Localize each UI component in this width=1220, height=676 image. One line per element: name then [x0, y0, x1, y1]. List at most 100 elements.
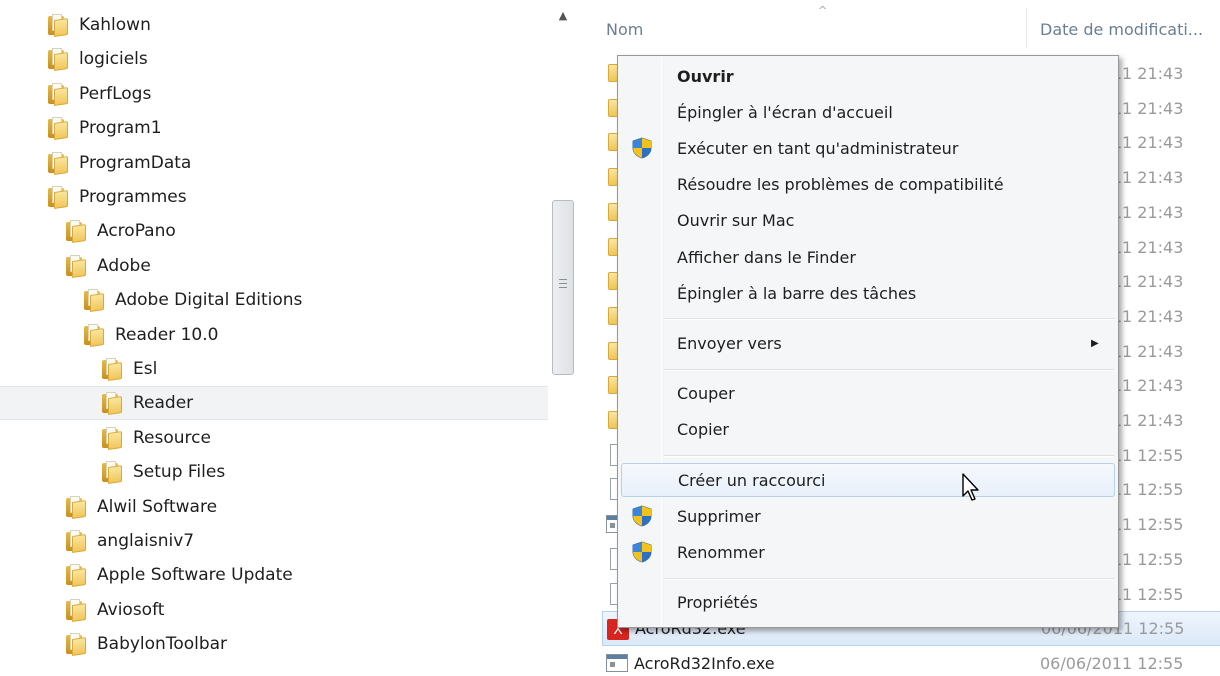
menu-item-label: Couper — [677, 384, 735, 404]
tree-item-setup-files[interactable]: Setup Files — [0, 455, 548, 489]
tree-item-label: Apple Software Update — [97, 565, 293, 586]
folder-icon — [84, 289, 104, 313]
uac-shield-icon — [631, 505, 653, 527]
menu-item-ouvrir[interactable]: Ouvrir — [621, 59, 1115, 93]
folder-icon — [66, 220, 86, 244]
menu-item-label: Envoyer vers — [677, 333, 782, 353]
scrollbar-grip-icon — [559, 279, 567, 288]
tree-item-logiciels[interactable]: logiciels — [0, 42, 548, 76]
menu-item-epingler-a-l-ecran-d-accueil[interactable]: Épingler à l'écran d'accueil — [621, 95, 1115, 129]
file-row[interactable]: AcroRd32Info.exe 06/06/2011 12:55 — [602, 646, 1220, 676]
tree-item-anglaisniv7[interactable]: anglaisniv7 — [0, 524, 548, 558]
menu-item-label: Renommer — [677, 542, 765, 562]
folder-icon — [48, 117, 68, 141]
folder-icon — [102, 392, 122, 416]
tree-item-label: ProgramData — [79, 152, 192, 173]
tree-item-kahlown[interactable]: Kahlown — [0, 8, 548, 42]
column-header: ^ Nom Date de modificati... — [588, 0, 1220, 62]
tree-scrollbar[interactable]: ▲ — [548, 0, 578, 676]
tree-item-adobe[interactable]: Adobe — [0, 249, 548, 283]
folder-icon — [84, 323, 104, 347]
scroll-up-arrow-icon[interactable]: ▲ — [555, 8, 571, 22]
menu-item-proprietes[interactable]: Propriétés — [621, 586, 1115, 620]
folder-icon — [66, 598, 86, 622]
menu-item-label: Ouvrir — [677, 66, 734, 86]
folder-icon — [66, 564, 86, 588]
uac-shield-icon — [631, 541, 653, 563]
menu-item-couper[interactable]: Couper — [621, 377, 1115, 411]
tree-item-label: Program1 — [79, 118, 162, 139]
folder-icon — [48, 14, 68, 37]
menu-item-label: Créer un raccourci — [678, 470, 826, 490]
menu-item-creer-un-raccourci[interactable]: Créer un raccourci — [621, 463, 1115, 497]
menu-item-resoudre-les-problemes-de-compatibilite[interactable]: Résoudre les problèmes de compatibilité — [621, 168, 1115, 202]
tree-item-label: Esl — [133, 359, 158, 379]
folder-icon — [66, 495, 86, 519]
tree-item-resource[interactable]: Resource — [0, 421, 548, 455]
tree-item-label: BabylonToolbar — [97, 634, 228, 655]
context-menu: Ouvrir Épingler à l'écran d'accueil Exécut… — [617, 55, 1119, 628]
tree-item-label: Reader 10.0 — [115, 324, 219, 345]
tree-item-reader[interactable]: Reader — [0, 386, 548, 421]
menu-item-label: Exécuter en tant qu'administrateur — [677, 138, 959, 158]
menu-item-ouvrir-sur-mac[interactable]: Ouvrir sur Mac — [621, 204, 1115, 238]
tree-item-label: logiciels — [79, 49, 148, 70]
column-header-date[interactable]: Date de modificati... — [1040, 20, 1203, 39]
menu-item-epingler-a-la-barre-des-taches[interactable]: Épingler à la barre des tâches — [621, 276, 1115, 310]
menu-item-copier[interactable]: Copier — [621, 413, 1115, 447]
menu-item-label: Copier — [677, 420, 729, 440]
column-divider[interactable] — [1026, 8, 1027, 48]
folder-icon — [48, 48, 68, 72]
tree-item-aviosoft[interactable]: Aviosoft — [0, 593, 548, 627]
tree-item-alwil-software[interactable]: Alwil Software — [0, 490, 548, 524]
tree-item-programdata[interactable]: ProgramData — [0, 146, 548, 180]
file-date: 06/06/2011 12:55 — [1040, 653, 1184, 673]
menu-item-label: Épingler à la barre des tâches — [677, 283, 917, 303]
file-name: AcroRd32Info.exe — [634, 653, 775, 673]
menu-item-afficher-dans-le-finder[interactable]: Afficher dans le Finder — [621, 240, 1115, 274]
tree-item-label: Aviosoft — [97, 599, 165, 620]
tree-item-label: Resource — [133, 427, 211, 448]
tree-item-label: Setup Files — [133, 462, 226, 483]
tree-item-label: PerfLogs — [79, 83, 152, 104]
tree-item-reader-10-0[interactable]: Reader 10.0 — [0, 318, 548, 352]
menu-item-label: Ouvrir sur Mac — [677, 211, 795, 231]
folder-icon — [66, 254, 86, 278]
tree-item-label: Reader — [133, 393, 194, 414]
tree-item-babylontoolbar[interactable]: BabylonToolbar — [0, 627, 548, 661]
menu-item-envoyer-vers[interactable]: Envoyer vers ▶ — [621, 326, 1115, 360]
folder-icon — [66, 530, 86, 553]
tree-item-programmes[interactable]: Programmes — [0, 180, 548, 214]
menu-item-renommer[interactable]: Renommer — [621, 535, 1115, 569]
menu-item-label: Supprimer — [677, 506, 761, 526]
exe-icon — [606, 653, 628, 672]
menu-separator — [664, 577, 1114, 580]
uac-shield-icon — [631, 137, 653, 159]
tree-item-label: Adobe — [97, 255, 151, 276]
menu-separator — [664, 368, 1114, 371]
folder-icon — [66, 633, 86, 657]
tree-item-label: Adobe Digital Editions — [115, 290, 303, 311]
sort-indicator-icon: ^ — [818, 4, 828, 17]
tree-item-perflogs[interactable]: PerfLogs — [0, 77, 548, 111]
scrollbar-thumb[interactable] — [552, 200, 574, 375]
column-header-name[interactable]: Nom — [606, 20, 643, 39]
folder-tree: Kahlown logiciels PerfLogs Program1 ProgramD… — [0, 0, 548, 676]
tree-item-label: anglaisniv7 — [97, 531, 195, 551]
folder-icon — [48, 186, 68, 209]
tree-item-adobe-digital-editions[interactable]: Adobe Digital Editions — [0, 283, 548, 317]
tree-item-apple-software-update[interactable]: Apple Software Update — [0, 558, 548, 592]
tree-item-esl[interactable]: Esl — [0, 352, 548, 386]
menu-item-executer-en-tant-qu-administrateur[interactable]: Exécuter en tant qu'administrateur — [621, 131, 1115, 165]
tree-item-label: Programmes — [79, 187, 187, 207]
menu-item-label: Afficher dans le Finder — [677, 247, 856, 267]
tree-item-program1[interactable]: Program1 — [0, 111, 548, 145]
tree-item-acropano[interactable]: AcroPano — [0, 214, 548, 248]
submenu-arrow-icon: ▶ — [1091, 337, 1099, 349]
folder-icon — [48, 151, 68, 175]
menu-item-supprimer[interactable]: Supprimer — [621, 499, 1115, 533]
folder-icon — [102, 358, 122, 381]
tree-item-label: AcroPano — [97, 221, 176, 242]
menu-item-label: Épingler à l'écran d'accueil — [677, 102, 893, 122]
folder-icon — [102, 426, 122, 450]
